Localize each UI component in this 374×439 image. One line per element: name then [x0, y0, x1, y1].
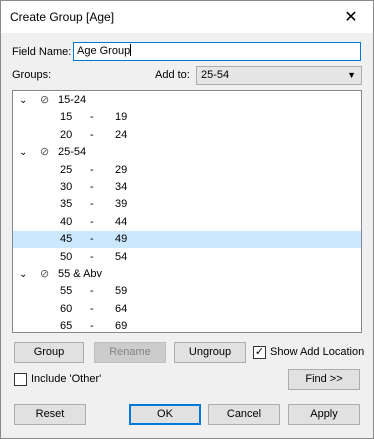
close-icon[interactable]: ✕ [329, 1, 373, 33]
tree-member-row[interactable]: 65 - 69 [13, 318, 361, 333]
expand-toggle-icon[interactable]: ⌄ [19, 266, 27, 283]
tree-member-row[interactable]: 60 - 64 [13, 301, 361, 318]
include-other-label: Include 'Other' [31, 373, 102, 385]
tree-member-cell: 59 [115, 285, 128, 298]
tree-member-cell: 54 [115, 250, 128, 263]
rename-button[interactable]: Rename [94, 342, 166, 363]
tree-member-cell: - [90, 128, 94, 141]
tree-member-cell: 34 [115, 181, 128, 193]
tree-member-row[interactable]: 50 - 54 [13, 249, 361, 266]
expand-toggle-icon[interactable]: ⌄ [19, 92, 27, 109]
show-add-location-label: Show Add Location [270, 346, 365, 358]
tree-group-name: 55 & Abv [58, 268, 103, 280]
ok-button[interactable]: OK [129, 404, 201, 425]
tree-group-name: 25-54 [58, 146, 87, 159]
show-add-location-checkbox[interactable]: ✓ [253, 346, 266, 359]
add-to-dropdown[interactable]: 25-54 ▼ [196, 66, 362, 85]
add-to-selected-value: 25-54 [201, 69, 230, 81]
groups-label: Groups: [12, 69, 52, 81]
tree-group-name: 15-24 [58, 94, 87, 106]
tree-member-cell: 49 [115, 233, 128, 246]
cancel-button[interactable]: Cancel [208, 404, 280, 425]
tree-member-cell: 19 [115, 111, 128, 124]
text-caret [130, 44, 132, 56]
paperclip-icon: ⊘ [40, 94, 50, 106]
tree-member-cell: 45 [60, 233, 73, 246]
tree-member-cell: - [90, 198, 94, 211]
find-button[interactable]: Find >> [288, 369, 360, 390]
field-name-value: Age Group [77, 45, 131, 57]
tree-member-cell: 50 [60, 250, 73, 263]
tree-member-cell: 55 [60, 285, 73, 298]
tree-member-row[interactable]: 40 - 44 [13, 214, 361, 231]
tree-member-row[interactable]: 25 - 29 [13, 162, 361, 179]
tree-member-cell: - [90, 320, 94, 333]
group-button[interactable]: Group [14, 342, 84, 363]
paperclip-icon: ⊘ [40, 268, 50, 280]
tree-member-cell: 35 [60, 198, 73, 211]
dialog-title: Create Group [Age] [10, 10, 115, 24]
tree-group-row[interactable]: ⌄ ⊘ 25-54 [13, 144, 361, 161]
tree-member-cell: - [90, 250, 94, 263]
tree-member-row[interactable]: 45 - 49 [13, 231, 361, 249]
tree-member-cell: 39 [115, 198, 128, 211]
tree-member-cell: 20 [60, 128, 73, 141]
tree-member-cell: 64 [115, 302, 128, 315]
tree-member-cell: 60 [60, 302, 73, 315]
tree-member-row[interactable]: 55 - 59 [13, 283, 361, 300]
tree-member-cell: - [90, 285, 94, 298]
tree-member-cell: - [90, 215, 94, 228]
tree-member-cell: - [90, 181, 94, 193]
tree-member-cell: 44 [115, 215, 128, 228]
tree-member-cell: 65 [60, 320, 73, 333]
reset-button[interactable]: Reset [14, 404, 86, 425]
tree-group-row[interactable]: ⌄ ⊘ 55 & Abv [13, 266, 361, 283]
field-name-input[interactable]: Age Group [73, 42, 361, 61]
tree-member-cell: - [90, 233, 94, 246]
tree-member-row[interactable]: 15 - 19 [13, 109, 361, 126]
tree-member-cell: - [90, 302, 94, 315]
tree-member-cell: 69 [115, 320, 128, 333]
groups-tree[interactable]: ⌄ ⊘ 15-24 15 - 19 20 - 24 ⌄ ⊘ 25-54 25 - 29 30 - 34 35 - 39 4… [12, 90, 362, 333]
expand-toggle-icon[interactable]: ⌄ [19, 144, 27, 161]
tree-member-row[interactable]: 35 - 39 [13, 196, 361, 213]
tree-member-cell: - [90, 163, 94, 176]
tree-member-cell: - [90, 111, 94, 124]
tree-group-row[interactable]: ⌄ ⊘ 15-24 [13, 92, 361, 109]
chevron-down-icon: ▼ [347, 70, 356, 80]
ungroup-button[interactable]: Ungroup [174, 342, 246, 363]
include-other-checkbox[interactable] [14, 373, 27, 386]
tree-member-cell: 40 [60, 215, 73, 228]
tree-member-cell: 30 [60, 181, 73, 193]
add-to-label: Add to: [155, 69, 190, 81]
apply-button[interactable]: Apply [288, 404, 360, 425]
field-name-label: Field Name: [12, 46, 72, 58]
tree-member-cell: 24 [115, 128, 128, 141]
tree-member-row[interactable]: 20 - 24 [13, 127, 361, 144]
tree-member-cell: 25 [60, 163, 73, 176]
title-bar: Create Group [Age] ✕ [1, 1, 373, 33]
tree-member-cell: 15 [60, 111, 73, 124]
tree-member-cell: 29 [115, 163, 128, 176]
create-group-dialog: Create Group [Age] ✕ Field Name: Age Gro… [0, 0, 374, 439]
tree-member-row[interactable]: 30 - 34 [13, 179, 361, 196]
paperclip-icon: ⊘ [40, 146, 50, 159]
